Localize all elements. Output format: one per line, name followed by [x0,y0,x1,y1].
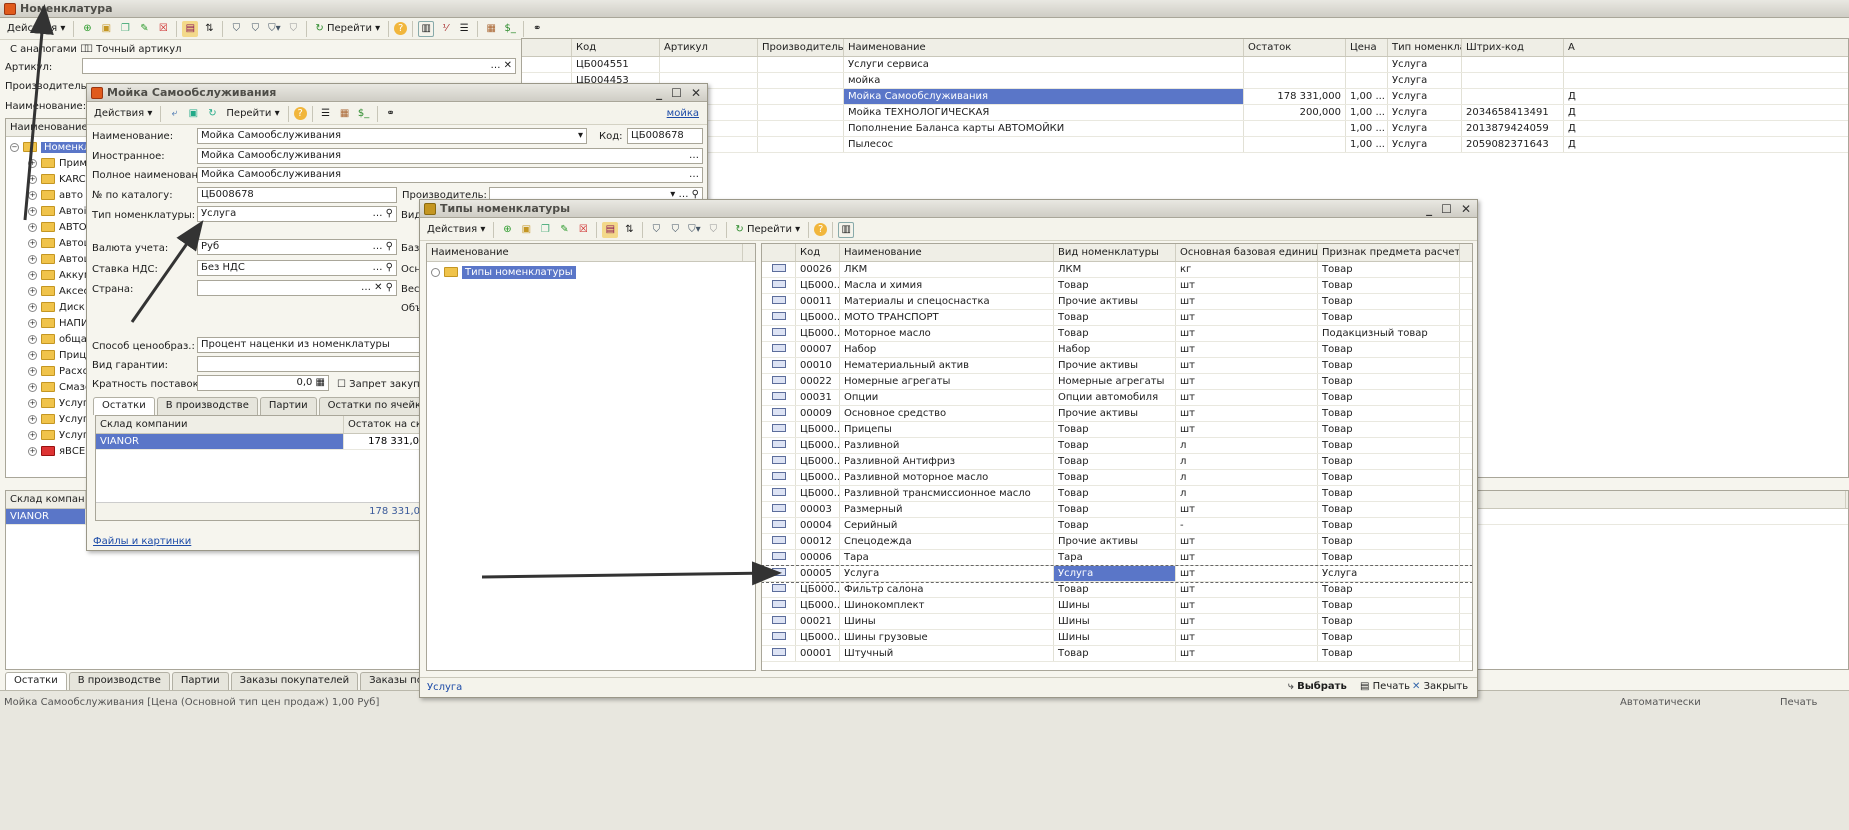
arrow-to-type-field [130,220,204,323]
arrow-to-usluga-row [481,561,782,586]
annotation-arrows [23,4,782,586]
arrow-to-title [23,4,54,221]
